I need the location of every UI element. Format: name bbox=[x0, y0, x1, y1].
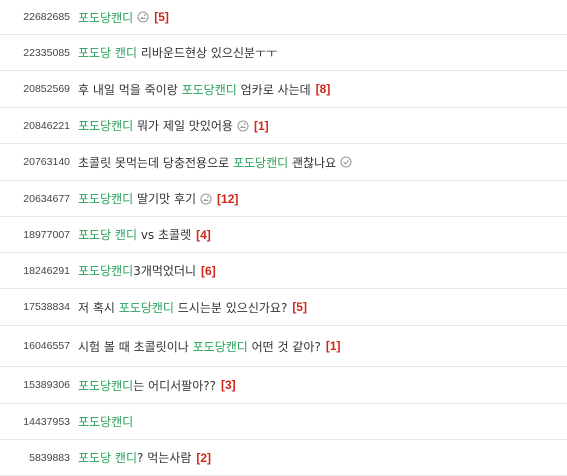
reply-count: [1] bbox=[325, 339, 341, 353]
post-id: 20763140 bbox=[23, 156, 70, 168]
search-keyword-highlight: 포도당캔디 bbox=[78, 10, 134, 25]
search-keyword-highlight: 포도당캔디 bbox=[118, 300, 174, 315]
post-title-text: 시험 볼 때 초콜릿이나 bbox=[78, 339, 193, 354]
post-title-link[interactable]: 포도당캔디 3개먹었더니 [6] bbox=[78, 262, 216, 279]
post-id: 14437953 bbox=[23, 415, 70, 428]
search-keyword-highlight: 포도당 캔디 bbox=[78, 451, 138, 465]
reply-count: [5] bbox=[292, 300, 307, 314]
post-row[interactable]: 14437953 포도당캔디 bbox=[0, 404, 567, 440]
post-title-text: 괜찮나요 bbox=[288, 155, 337, 170]
post-row[interactable]: 5839883 포도당 캔디? 먹는사람 [2] bbox=[0, 440, 567, 476]
post-title-link[interactable]: 포도당캔디 는 어디서팔아?? [3] bbox=[78, 377, 236, 394]
post-title-link[interactable]: 초콜릿 못먹는데 당충전용으로 포도당캔디 괜찮나요 bbox=[78, 154, 352, 171]
check-icon bbox=[340, 156, 352, 168]
post-id: 22335085 bbox=[23, 46, 70, 59]
post-title-text: 는 어디서팔아?? bbox=[133, 378, 216, 393]
search-keyword-highlight: 포도당캔디 bbox=[78, 192, 134, 206]
search-keyword-highlight: 포도당캔디 bbox=[181, 82, 237, 97]
post-id: 20634677 bbox=[23, 192, 70, 205]
post-row[interactable]: 20846221 포도당캔디 뭐가 제일 맛있어용 [1] bbox=[0, 108, 567, 144]
search-keyword-highlight: 포도당캔디 bbox=[78, 264, 134, 278]
post-title-text: 어떤 것 같아? bbox=[247, 339, 321, 354]
post-row[interactable]: 15389306 포도당캔디 는 어디서팔아?? [3] bbox=[0, 367, 567, 404]
post-row[interactable]: 20634677 포도당캔디 딸기맛 후기 [12] bbox=[0, 181, 567, 217]
post-title-link[interactable]: 저 혹시 포도당캔디 드시는분 있으신가요? [5] bbox=[78, 299, 307, 316]
post-title-text: 딸기맛 후기 bbox=[133, 192, 197, 206]
post-title-text: 뭐가 제일 맛있어용 bbox=[133, 119, 233, 133]
post-id: 16046557 bbox=[23, 340, 70, 352]
reply-count: [3] bbox=[221, 378, 236, 392]
post-title-text: 리바운드현상 있으신분ㅜㅜ bbox=[137, 46, 278, 60]
post-row[interactable]: 20763140 초콜릿 못먹는데 당충전용으로 포도당캔디 괜찮나요 bbox=[0, 144, 567, 181]
post-title-text: 저 혹시 bbox=[78, 300, 119, 315]
post-title-link[interactable]: 포도당 캔디 vs 초콜렛 [4] bbox=[78, 226, 211, 243]
post-title-text: ? 먹는사람 bbox=[137, 451, 192, 465]
post-title-text: 드시는분 있으신가요? bbox=[173, 300, 288, 315]
post-row[interactable]: 18246291 포도당캔디 3개먹었더니 [6] bbox=[0, 253, 567, 289]
search-keyword-highlight: 포도당 캔디 bbox=[78, 46, 138, 60]
search-keyword-highlight: 포도당캔디 bbox=[192, 339, 248, 354]
image-icon bbox=[200, 192, 212, 205]
post-row[interactable]: 18977007 포도당 캔디 vs 초콜렛 [4] bbox=[0, 217, 567, 253]
post-id: 15389306 bbox=[23, 379, 70, 391]
post-id: 20846221 bbox=[23, 119, 70, 132]
post-title-link[interactable]: 포도당캔디 뭐가 제일 맛있어용 [1] bbox=[78, 117, 269, 134]
post-id: 18977007 bbox=[23, 228, 70, 241]
image-icon bbox=[137, 11, 149, 23]
post-id: 22682685 bbox=[23, 11, 70, 23]
search-keyword-highlight: 포도당캔디 bbox=[78, 415, 134, 429]
post-title-link[interactable]: 시험 볼 때 초콜릿이나 포도당캔디 어떤 것 같아? [1] bbox=[78, 338, 341, 355]
reply-count: [1] bbox=[253, 118, 269, 133]
post-title-link[interactable]: 포도당캔디 딸기맛 후기 [12] bbox=[78, 190, 238, 207]
reply-count: [5] bbox=[154, 10, 169, 24]
post-row[interactable]: 22335085 포도당 캔디 리바운드현상 있으신분ㅜㅜ bbox=[0, 35, 567, 71]
reply-count: [12] bbox=[217, 191, 239, 206]
post-row[interactable]: 17538834 저 혹시 포도당캔디 드시는분 있으신가요? [5] bbox=[0, 289, 567, 326]
search-keyword-highlight: 포도당캔디 bbox=[78, 119, 134, 133]
post-row[interactable]: 20852569 후 내일 먹을 죽이랑 포도당캔디 엄카로 사는데 [8] bbox=[0, 71, 567, 108]
post-title-text: 후 내일 먹을 죽이랑 bbox=[78, 82, 182, 97]
post-title-link[interactable]: 포도당캔디 [5] bbox=[78, 9, 169, 26]
post-id: 17538834 bbox=[23, 301, 70, 313]
post-row[interactable]: 16046557 시험 볼 때 초콜릿이나 포도당캔디 어떤 것 같아? [1] bbox=[0, 326, 567, 367]
post-id: 18246291 bbox=[23, 264, 70, 277]
reply-count: [2] bbox=[196, 450, 212, 465]
post-title-link[interactable]: 포도당 캔디 리바운드현상 있으신분ㅜㅜ bbox=[78, 44, 277, 61]
post-title-link[interactable]: 후 내일 먹을 죽이랑 포도당캔디 엄카로 사는데 [8] bbox=[78, 81, 330, 98]
post-title-text: 3개먹었더니 bbox=[133, 264, 197, 278]
post-id: 20852569 bbox=[23, 83, 70, 95]
search-keyword-highlight: 포도당캔디 bbox=[232, 155, 289, 170]
post-title-text: 초콜릿 못먹는데 당충전용으로 bbox=[78, 155, 233, 170]
reply-count: [4] bbox=[196, 227, 211, 242]
post-row[interactable]: 22682685 포도당캔디 [5] bbox=[0, 0, 567, 35]
post-title-link[interactable]: 포도당캔디 bbox=[78, 413, 133, 430]
search-keyword-highlight: 포도당캔디 bbox=[78, 378, 134, 393]
reply-count: [8] bbox=[315, 82, 331, 96]
post-list: 22682685 포도당캔디 [5] 22335085 포도당 캔디 리바운드현상 있으… bbox=[0, 0, 567, 476]
search-keyword-highlight: 포도당 캔디 bbox=[78, 228, 138, 242]
image-icon bbox=[237, 119, 249, 132]
post-title-text: 엄카로 사는데 bbox=[236, 82, 311, 97]
post-title-text: vs 초콜렛 bbox=[137, 228, 192, 242]
post-id: 5839883 bbox=[29, 451, 70, 464]
post-title-link[interactable]: 포도당 캔디? 먹는사람 [2] bbox=[78, 449, 211, 466]
reply-count: [6] bbox=[201, 263, 216, 278]
